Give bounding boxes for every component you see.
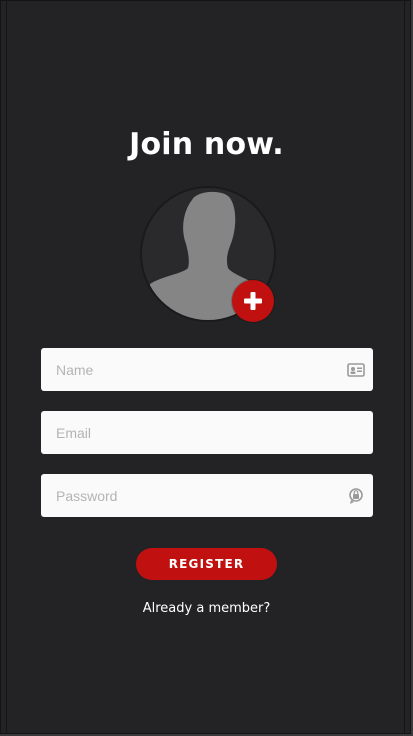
password-field[interactable] <box>41 474 373 517</box>
already-member-link[interactable]: Already a member? <box>1 601 412 616</box>
register-button[interactable]: REGISTER <box>136 548 277 580</box>
register-screen: Join now. Name Email REGISTER Already a … <box>0 0 411 734</box>
name-field-box <box>41 348 373 391</box>
right-edge-line <box>404 1 405 733</box>
email-field-box <box>41 411 373 454</box>
left-edge-line <box>6 1 7 733</box>
lock-icon <box>349 488 363 504</box>
name-field[interactable] <box>41 348 373 391</box>
add-photo-button[interactable] <box>232 280 274 322</box>
page-title: Join now. <box>129 127 284 162</box>
avatar-picker <box>140 186 276 322</box>
plus-icon <box>244 292 262 310</box>
password-field-box <box>41 474 373 517</box>
email-field[interactable] <box>41 411 373 454</box>
id-card-icon <box>347 363 365 377</box>
